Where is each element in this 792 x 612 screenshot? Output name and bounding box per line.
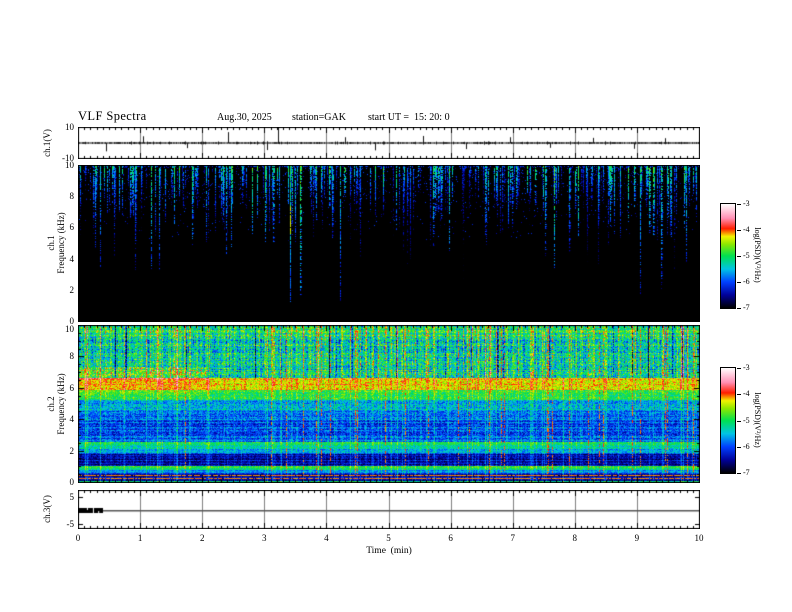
colorbar-tick bbox=[737, 308, 741, 309]
colorbar-label-text: log(PSD)(V²/Hz) bbox=[753, 227, 762, 283]
colorbar-tick bbox=[737, 368, 741, 369]
x-tick-label: 0 bbox=[75, 533, 81, 543]
y-tick-label: 2 bbox=[69, 284, 75, 295]
colorbar-label-text: log(PSD)(V²/Hz) bbox=[753, 392, 762, 448]
y-tick-label: 4 bbox=[69, 414, 75, 425]
vlf-spectra-figure: VLF Spectra Aug.30, 2025 station=GAK sta… bbox=[0, 0, 792, 612]
colorbar-tick bbox=[737, 204, 741, 205]
colorbar-tick-label: -3 bbox=[743, 199, 750, 208]
header-start-ut: start UT = 15: 20: 0 bbox=[368, 112, 450, 123]
colorbar-tick-label: -7 bbox=[743, 468, 750, 477]
ch2-spectrogram-plot bbox=[78, 325, 700, 483]
y-tick-label: 2 bbox=[69, 445, 75, 456]
x-tick-label: 5 bbox=[386, 533, 391, 543]
colorbar-tick bbox=[737, 420, 741, 422]
header-date: Aug.30, 2025 bbox=[217, 112, 272, 123]
ch1-waveform-plot bbox=[78, 127, 700, 159]
y-tick-label: 10 bbox=[65, 122, 74, 132]
y-tick-label: 6 bbox=[69, 382, 75, 393]
x-tick-label: 1 bbox=[137, 533, 143, 543]
colorbar-tick-label: -4 bbox=[743, 225, 750, 234]
y-tick-label: -5 bbox=[66, 518, 75, 529]
colorbar-tick-label: -3 bbox=[743, 363, 750, 372]
colorbar-tick bbox=[737, 256, 741, 257]
y-tick-label: 10 bbox=[65, 324, 74, 334]
colorbar-gradient-1 bbox=[720, 203, 736, 309]
colorbar-tick bbox=[737, 230, 741, 231]
x-tick-label: 2 bbox=[199, 533, 205, 543]
colorbar-gradient-2 bbox=[720, 367, 736, 474]
x-tick-label: 6 bbox=[448, 533, 453, 543]
x-tick-label: 7 bbox=[510, 533, 515, 543]
page-title: VLF Spectra bbox=[78, 109, 147, 123]
colorbar-tick-label: -4 bbox=[743, 389, 750, 399]
y-tick-label: 10 bbox=[65, 160, 74, 170]
colorbar-tick bbox=[737, 282, 741, 283]
y-tick-label: 8 bbox=[69, 191, 75, 202]
colorbar-tick-label: -5 bbox=[743, 251, 750, 260]
y-tick-label: 0 bbox=[69, 477, 75, 487]
y-tick-label: 4 bbox=[69, 253, 75, 264]
colorbar-tick-label: -7 bbox=[743, 303, 750, 312]
ch1-spectrogram-plot bbox=[78, 165, 700, 322]
x-tick-label: 9 bbox=[634, 533, 640, 543]
colorbar-tick bbox=[737, 394, 741, 396]
y-tick-label: 8 bbox=[69, 351, 75, 362]
x-tick-label: 3 bbox=[262, 533, 267, 543]
colorbar-tick-label: -6 bbox=[743, 277, 750, 286]
x-tick-label: 4 bbox=[324, 533, 329, 543]
y-tick-label: 5 bbox=[69, 491, 75, 502]
header-station: station=GAK bbox=[292, 112, 346, 123]
y-tick-label: 6 bbox=[69, 222, 75, 233]
colorbar-tick bbox=[737, 473, 741, 474]
colorbar-tick-label: -6 bbox=[743, 441, 750, 451]
ch3-waveform-plot bbox=[78, 490, 700, 529]
x-axis-title: Time (min) bbox=[366, 546, 412, 556]
colorbar-tick bbox=[737, 446, 741, 448]
x-tick-label: 8 bbox=[572, 533, 578, 543]
colorbar-tick-label: -5 bbox=[743, 415, 750, 425]
x-tick-label: 10 bbox=[694, 533, 704, 543]
